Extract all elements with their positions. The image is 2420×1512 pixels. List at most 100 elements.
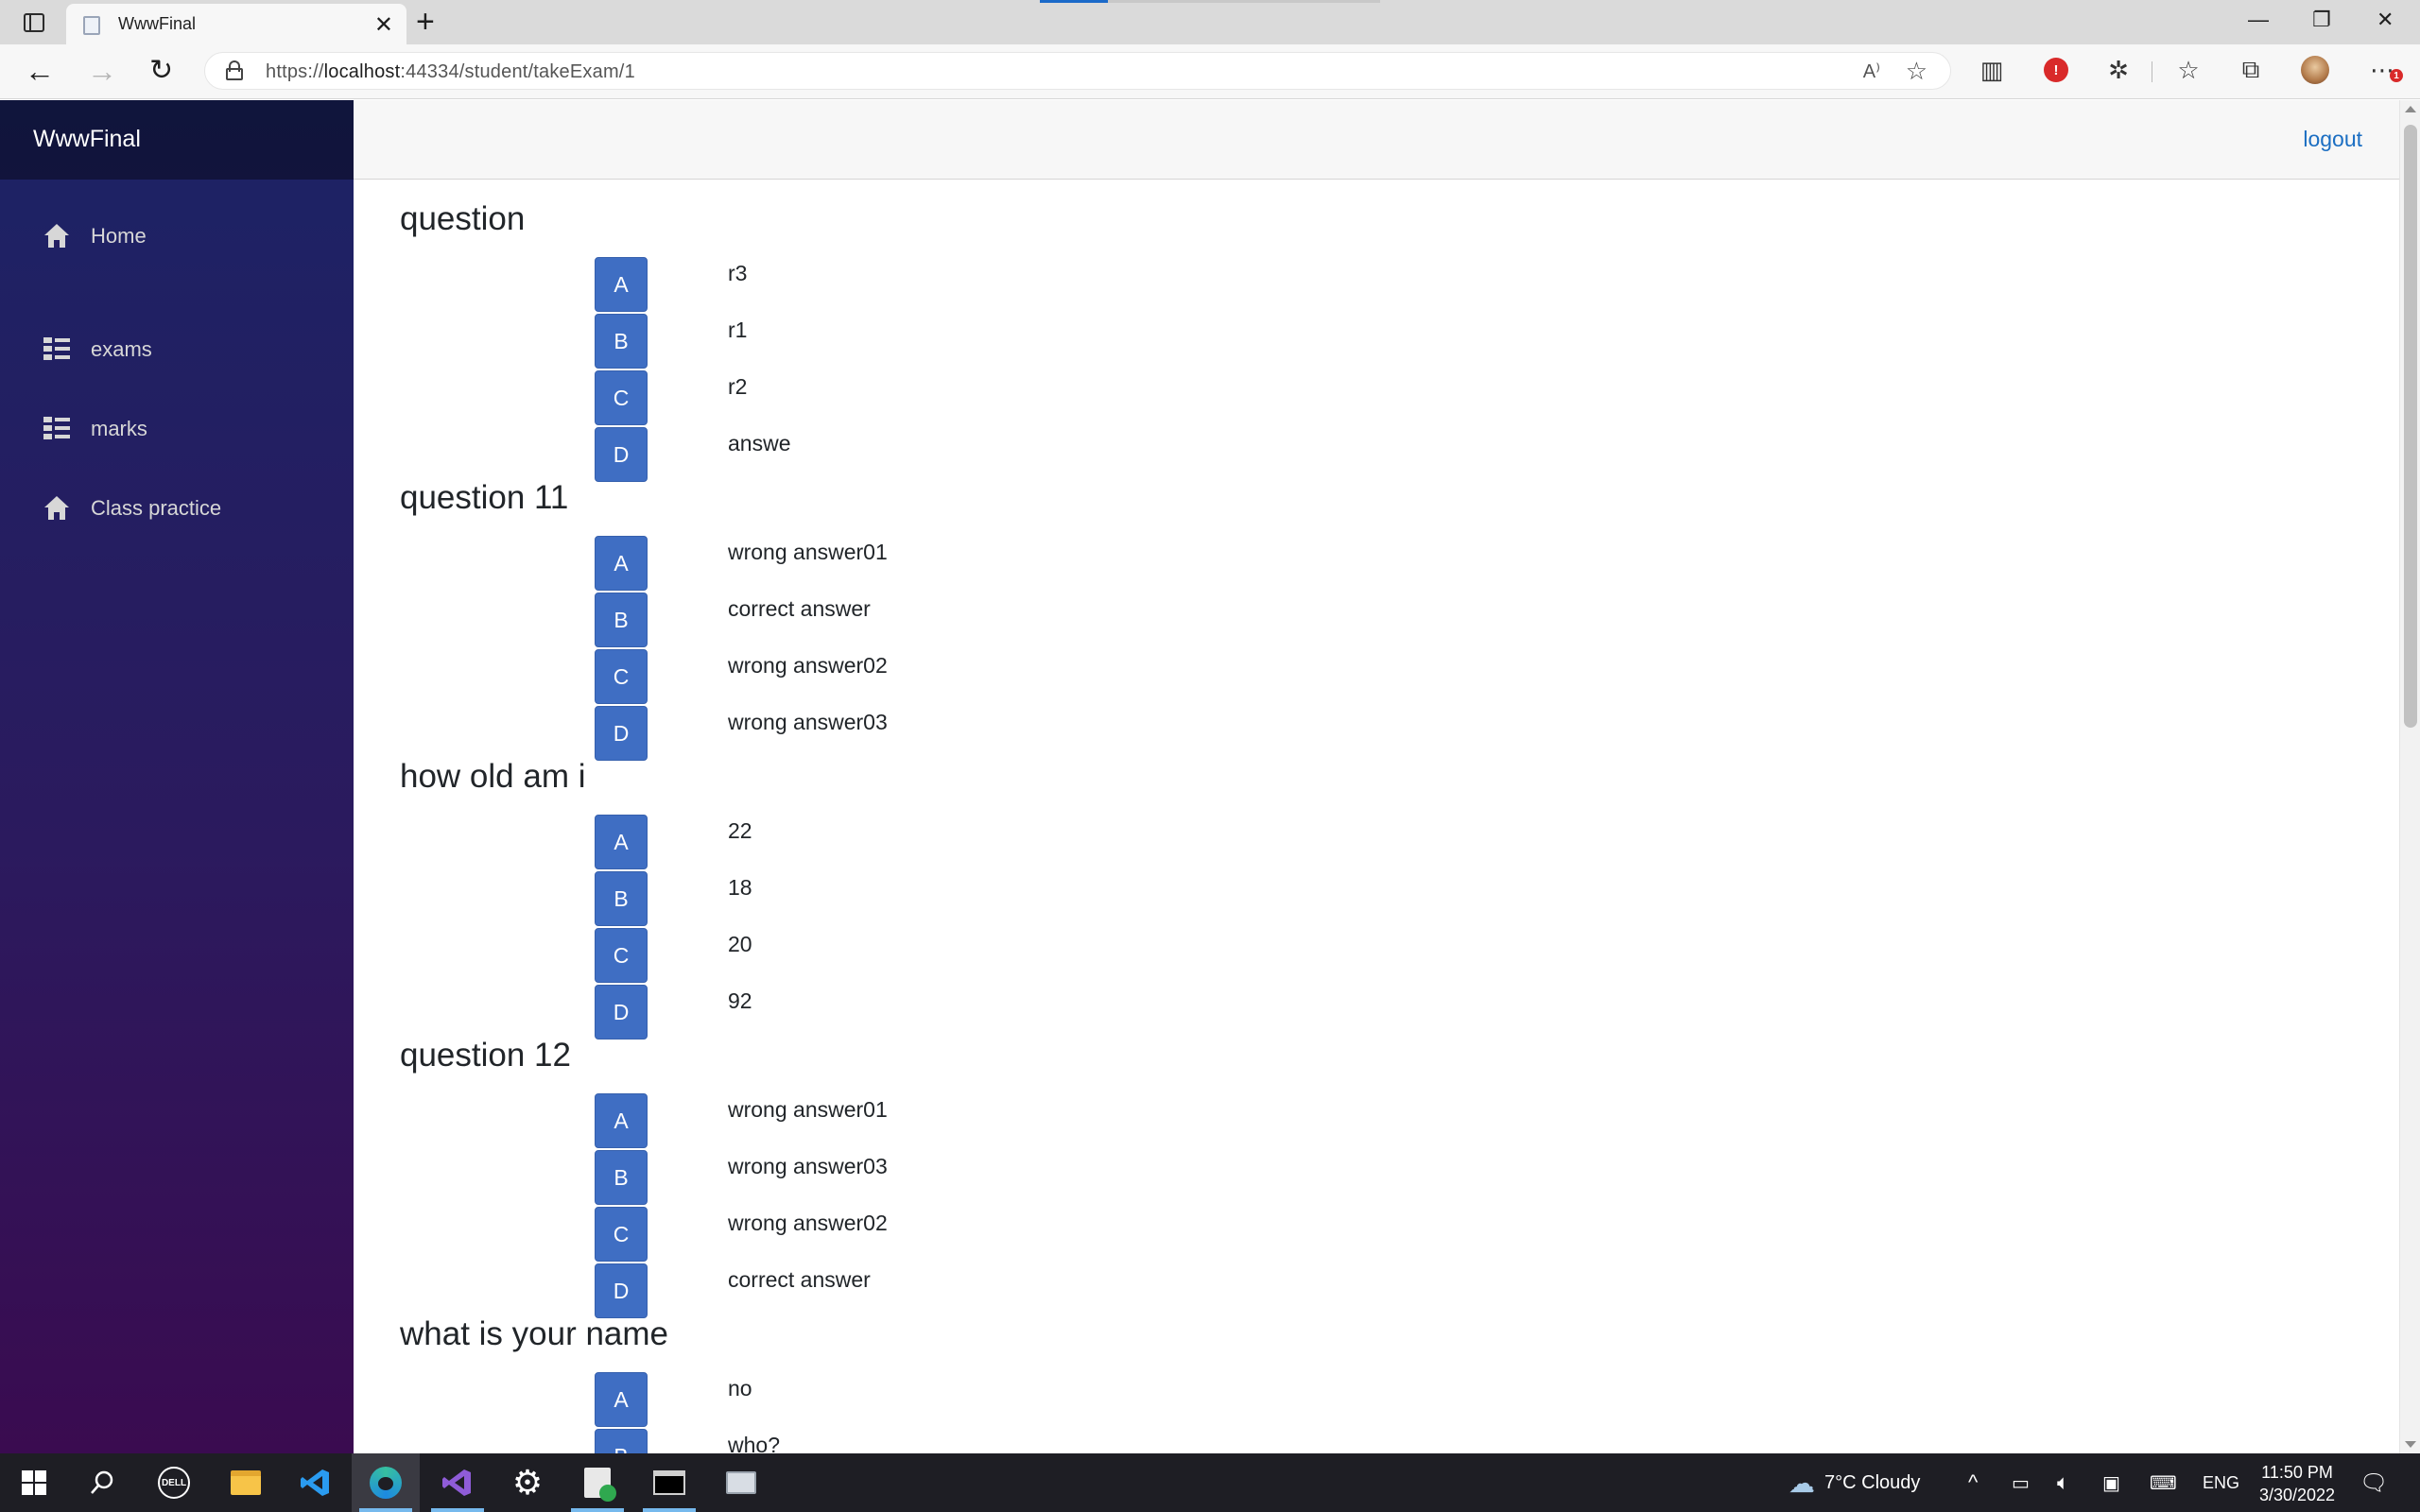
option-b-button[interactable]: B — [595, 871, 648, 926]
minimize-button[interactable]: — — [2248, 8, 2269, 32]
sidebar-item-marks[interactable]: marks — [0, 405, 354, 451]
brand-link[interactable]: WwwFinal — [33, 126, 141, 153]
favorites-icon[interactable]: ☆ — [2174, 56, 2203, 84]
remote-app-button[interactable] — [707, 1453, 775, 1512]
windows-logo-icon — [22, 1470, 46, 1495]
sidebar-item-class-practice[interactable]: Class practice — [0, 485, 354, 530]
back-button[interactable]: ← — [25, 54, 55, 89]
refresh-button[interactable]: ↻ — [149, 54, 173, 87]
visual-studio-button[interactable] — [424, 1453, 492, 1512]
start-button[interactable] — [0, 1453, 68, 1512]
option-b-button[interactable]: B — [595, 314, 648, 369]
notifications-icon[interactable]: 🗨︎ — [2360, 1453, 2388, 1512]
tab-close-icon[interactable]: ✕ — [374, 11, 393, 39]
option-c-button[interactable]: C — [595, 928, 648, 983]
sidebar-item-home[interactable]: Home — [0, 213, 354, 258]
keyboard-icon[interactable]: ⌨ — [2150, 1453, 2177, 1512]
dell-app-button[interactable]: DELL — [140, 1453, 208, 1512]
settings-more-icon[interactable]: ⋯ 1 — [2363, 56, 2403, 84]
scroll-up-icon[interactable] — [2405, 106, 2416, 112]
scroll-down-icon[interactable] — [2405, 1441, 2416, 1448]
search-button[interactable] — [68, 1453, 136, 1512]
option-b-button[interactable]: B — [595, 1429, 648, 1453]
show-hidden-icons-button[interactable]: ^ — [1968, 1453, 1978, 1512]
file-explorer-button[interactable] — [212, 1453, 280, 1512]
page-scrollbar[interactable] — [2399, 100, 2420, 1453]
weather-text: 7°C Cloudy — [1824, 1471, 1921, 1493]
option-text: wrong answer02 — [728, 653, 888, 678]
edge-browser-button[interactable] — [352, 1453, 420, 1512]
weather-widget[interactable]: ☁ 7°C Cloudy — [1789, 1453, 1920, 1512]
question-title: what is your name — [400, 1315, 669, 1352]
extension-adblock-icon[interactable]: ! — [2042, 56, 2070, 84]
add-favorite-icon[interactable]: ☆ — [1906, 57, 1927, 86]
page-viewport: WwwFinal Home exams marks Class practice — [0, 100, 2399, 1453]
option-row: Ano — [400, 1372, 1345, 1429]
option-text: r3 — [728, 261, 748, 285]
profile-avatar[interactable] — [2301, 56, 2329, 84]
list-icon — [43, 337, 70, 362]
option-row: Br1 — [400, 314, 1345, 370]
restore-button[interactable]: ❐ — [2312, 8, 2331, 32]
extensions-icon[interactable]: ✲ — [2104, 56, 2133, 84]
close-window-button[interactable]: ✕ — [2377, 8, 2394, 32]
option-a-button[interactable]: A — [595, 1093, 648, 1148]
option-row: Cwrong answer02 — [400, 1207, 1345, 1263]
option-text: correct answer — [728, 596, 871, 621]
option-c-button[interactable]: C — [595, 649, 648, 704]
sidebar: WwwFinal Home exams marks Class practice — [0, 100, 354, 1453]
option-text: r1 — [728, 318, 748, 342]
monitor-icon — [726, 1471, 756, 1494]
clock[interactable]: 11:50 PM 3/30/2022 — [2250, 1461, 2344, 1506]
clock-date: 3/30/2022 — [2258, 1486, 2336, 1504]
sidebar-item-exams[interactable]: exams — [0, 326, 354, 371]
lock-icon[interactable] — [226, 60, 243, 81]
tab-activity-indicator — [1040, 0, 1108, 3]
gear-icon: ⚙ — [511, 1463, 544, 1502]
terminal-button[interactable] — [635, 1453, 703, 1512]
project-app-button[interactable] — [563, 1453, 631, 1512]
option-a-button[interactable]: A — [595, 257, 648, 312]
option-b-button[interactable]: B — [595, 1150, 648, 1205]
document-play-icon — [584, 1468, 616, 1502]
option-text: 20 — [728, 932, 752, 956]
option-b-button[interactable]: B — [595, 593, 648, 647]
address-bar[interactable]: https://localhost:44334/student/takeExam… — [204, 52, 1951, 90]
question-block: how old am i A 22 B 18 C 20 D 92 — [400, 737, 2385, 1040]
vscode-button[interactable] — [282, 1453, 350, 1512]
read-aloud-icon[interactable]: A⁾ — [1863, 60, 1880, 83]
volume-icon[interactable]: 🔈︎ — [2057, 1453, 2069, 1512]
option-row: Awrong answer01 — [400, 536, 1345, 593]
option-c-button[interactable]: C — [595, 1207, 648, 1262]
sidebar-item-label: Class practice — [91, 496, 222, 520]
option-a-button[interactable]: A — [595, 815, 648, 869]
url-text[interactable]: https://localhost:44334/student/takeExam… — [266, 61, 635, 83]
option-row: Cwrong answer02 — [400, 649, 1345, 706]
option-text: 18 — [728, 875, 752, 900]
browser-tab[interactable]: WwwFinal ✕ — [66, 4, 406, 44]
option-text: 92 — [728, 988, 752, 1013]
option-a-button[interactable]: A — [595, 1372, 648, 1427]
scrollbar-thumb[interactable] — [2404, 125, 2417, 728]
network-icon[interactable]: ▣ — [2102, 1453, 2120, 1512]
forward-button[interactable]: → — [87, 54, 117, 89]
tab-actions-button[interactable] — [17, 8, 51, 38]
visual-studio-icon — [442, 1469, 471, 1496]
battery-icon[interactable]: ▭ — [2012, 1453, 2030, 1512]
sidebar-item-label: Home — [91, 224, 147, 248]
reading-view-icon[interactable]: ▥ — [1978, 56, 2006, 84]
option-text: 22 — [728, 818, 752, 843]
language-indicator[interactable]: ENG — [2203, 1453, 2239, 1512]
option-c-button[interactable]: C — [595, 370, 648, 425]
new-tab-button[interactable]: + — [416, 4, 435, 41]
question-title: question 11 — [400, 479, 569, 516]
settings-button[interactable]: ⚙ — [493, 1453, 562, 1512]
option-text: r2 — [728, 374, 748, 399]
option-row: Cr2 — [400, 370, 1345, 427]
option-a-button[interactable]: A — [595, 536, 648, 591]
logout-link[interactable]: logout — [2303, 127, 2362, 152]
collections-icon[interactable]: ⧉ — [2237, 55, 2265, 84]
question-block: question 12 Awrong answer01 Bwrong answe… — [400, 1016, 2385, 1318]
option-row: B 18 — [400, 871, 1345, 928]
search-icon — [91, 1470, 113, 1494]
